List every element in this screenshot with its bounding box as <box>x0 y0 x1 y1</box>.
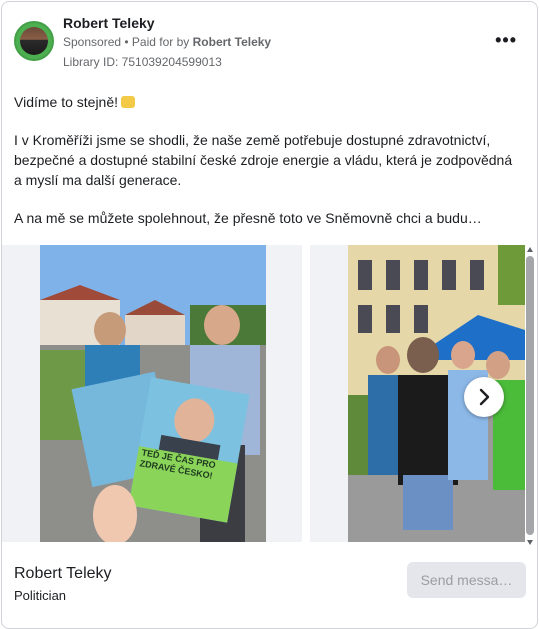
image-carousel[interactable]: TEĎ JE ČAS PRO ZDRAVÉ ČESKO! <box>2 245 537 547</box>
ad-header: Robert Teleky Sponsored • Paid for by Ro… <box>2 2 537 82</box>
scrollbar-thumb[interactable] <box>526 256 534 535</box>
page-name[interactable]: Robert Teleky <box>63 15 155 31</box>
scroll-up-arrow-icon[interactable] <box>527 247 533 252</box>
sponsored-line: Sponsored • Paid for by Robert Teleky <box>63 35 271 49</box>
library-id: Library ID: 751039204599013 <box>63 55 222 69</box>
more-options-icon[interactable]: ••• <box>495 30 517 51</box>
paid-for-prefix: • Paid for by <box>121 35 193 49</box>
ad-card: Robert Teleky Sponsored • Paid for by Ro… <box>1 1 538 629</box>
chevron-right-icon <box>479 388 490 406</box>
carousel-next-button[interactable] <box>464 377 504 417</box>
sponsored-label: Sponsored <box>63 35 122 49</box>
carousel-scrollbar[interactable] <box>524 245 536 547</box>
post-paragraph: I v Kroměříži jsme se shodli, že naše ze… <box>14 132 513 188</box>
advertiser-name[interactable]: Robert Teleky <box>14 565 112 583</box>
photo-1-illustration <box>40 245 266 542</box>
handshake-emoji-icon <box>121 96 136 108</box>
send-message-button[interactable]: Send messa… <box>407 562 526 598</box>
advertiser-category: Politician <box>14 588 67 603</box>
paid-for-name: Robert Teleky <box>192 35 272 49</box>
post-paragraph: A na mě se můžete spolehnout, že přesně … <box>14 210 482 226</box>
campaign-photo-leaflets: TEĎ JE ČAS PRO ZDRAVÉ ČESKO! <box>40 245 266 542</box>
carousel-slide-1[interactable]: TEĎ JE ČAS PRO ZDRAVÉ ČESKO! <box>2 245 302 542</box>
avatar-photo <box>20 27 48 55</box>
scroll-down-arrow-icon[interactable] <box>527 540 533 545</box>
page-avatar[interactable] <box>14 21 54 61</box>
post-paragraph: Vidíme to stejně! <box>14 92 519 112</box>
post-text: Vidíme to stejně! I v Kroměříži jsme se … <box>14 92 519 246</box>
